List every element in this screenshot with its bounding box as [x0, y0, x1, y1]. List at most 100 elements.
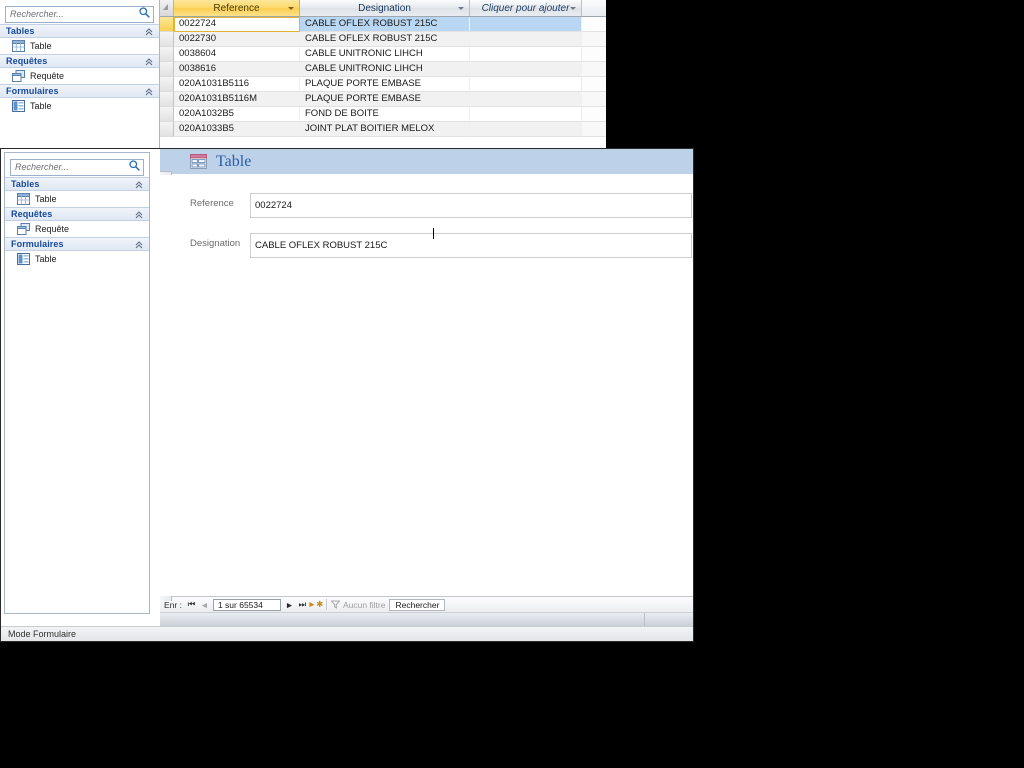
- column-header-reference[interactable]: Reference: [174, 0, 300, 16]
- cell-filler: [582, 17, 606, 32]
- cell-reference[interactable]: 0038616: [174, 62, 300, 77]
- cell-designation[interactable]: CABLE OFLEX ROBUST 215C: [300, 17, 470, 32]
- row-selector[interactable]: [160, 32, 174, 47]
- cell-filler: [582, 77, 606, 92]
- reference-input[interactable]: [250, 193, 692, 218]
- select-all-corner[interactable]: [160, 0, 174, 16]
- query-icon: [17, 223, 30, 235]
- nav-item-form[interactable]: Table: [5, 251, 149, 267]
- table-row[interactable]: 0022724 CABLE OFLEX ROBUST 215C: [160, 17, 606, 32]
- cell-add-field[interactable]: [470, 47, 582, 62]
- record-position-input[interactable]: 1 sur 65534: [212, 598, 281, 611]
- background-search-wrapper: [5, 4, 154, 23]
- cell-reference[interactable]: 0038604: [174, 47, 300, 62]
- cell-designation[interactable]: JOINT PLAT BOITIER MELOX: [300, 122, 470, 137]
- record-search-box[interactable]: Rechercher: [389, 598, 446, 611]
- designation-input[interactable]: [250, 233, 692, 258]
- cell-reference[interactable]: 0022724: [174, 17, 300, 32]
- cell-add-field[interactable]: [470, 62, 582, 77]
- form-view-icon: [190, 154, 207, 169]
- query-icon: [12, 70, 25, 82]
- table-row[interactable]: 020A1033B5 JOINT PLAT BOITIER MELOX: [160, 122, 606, 137]
- form-document-area: Table Reference Designation: [160, 149, 693, 626]
- cell-designation[interactable]: PLAQUE PORTE EMBASE: [300, 92, 470, 107]
- scrollbar-track[interactable]: [645, 613, 693, 626]
- cell-filler: [582, 122, 606, 137]
- chevron-up-double-icon[interactable]: [134, 180, 144, 190]
- background-nav-item-table[interactable]: Table: [0, 38, 159, 54]
- cell-filler: [582, 62, 606, 77]
- cell-reference[interactable]: 020A1031B5116: [174, 77, 300, 92]
- record-navigator[interactable]: Enr : ⏮ ◄ 1 sur 65534 ► ⏭ ►✱ Aucun filtr…: [160, 596, 693, 612]
- cell-designation[interactable]: FOND DE BOITE: [300, 107, 470, 122]
- background-nav-item-form[interactable]: Table: [0, 98, 159, 114]
- group-header-queries[interactable]: Requêtes: [5, 207, 149, 221]
- chevron-up-double-icon[interactable]: [144, 27, 154, 37]
- table-row[interactable]: 0022730 CABLE OFLEX ROBUST 215C: [160, 32, 606, 47]
- row-selector[interactable]: [160, 77, 174, 92]
- datasheet-window[interactable]: Tables Table Requêtes: [0, 0, 606, 152]
- table-row[interactable]: 0038616 CABLE UNITRONIC LIHCH: [160, 62, 606, 77]
- navigation-pane[interactable]: Tables Ta: [4, 152, 150, 614]
- table-row[interactable]: 020A1032B5 FOND DE BOITE: [160, 107, 606, 122]
- nav-next-icon[interactable]: ►: [283, 598, 296, 611]
- cell-add-field[interactable]: [470, 107, 582, 122]
- nav-new-record-icon[interactable]: ►✱: [308, 598, 324, 611]
- cell-add-field[interactable]: [470, 77, 582, 92]
- cell-designation[interactable]: CABLE OFLEX ROBUST 215C: [300, 32, 470, 47]
- background-nav-item-query[interactable]: Requête: [0, 68, 159, 84]
- chevron-down-icon[interactable]: [570, 7, 576, 10]
- filter-status[interactable]: Aucun filtre: [330, 600, 385, 610]
- cell-reference[interactable]: 020A1031B5116M: [174, 92, 300, 107]
- chevron-up-double-icon[interactable]: [134, 240, 144, 250]
- cell-add-field[interactable]: [470, 122, 582, 137]
- nav-prev-icon[interactable]: ◄: [198, 598, 211, 611]
- row-selector[interactable]: [160, 122, 174, 137]
- group-header-tables[interactable]: Tables: [5, 177, 149, 191]
- chevron-down-icon[interactable]: [288, 7, 294, 10]
- cell-add-field[interactable]: [470, 92, 582, 107]
- cell-reference[interactable]: 020A1033B5: [174, 122, 300, 137]
- chevron-up-double-icon[interactable]: [134, 210, 144, 220]
- form-window[interactable]: Tables Ta: [0, 148, 694, 642]
- group-header-forms[interactable]: Formulaires: [5, 237, 149, 251]
- table-icon: [12, 40, 25, 52]
- cell-reference[interactable]: 0022730: [174, 32, 300, 47]
- cell-add-field[interactable]: [470, 32, 582, 47]
- nav-first-icon[interactable]: ⏮: [185, 598, 198, 611]
- column-header-designation[interactable]: Designation: [300, 0, 470, 16]
- nav-item-table[interactable]: Table: [5, 191, 149, 207]
- cell-add-field[interactable]: [470, 17, 582, 32]
- column-header-label: Cliquer pour ajouter: [481, 2, 570, 14]
- nav-item-query[interactable]: Requête: [5, 221, 149, 237]
- background-group-header-forms[interactable]: Formulaires: [0, 84, 159, 98]
- datasheet-grid[interactable]: Reference Designation Cliquer pour ajout…: [160, 0, 606, 152]
- background-search-input[interactable]: [5, 5, 154, 23]
- chevron-up-double-icon[interactable]: [144, 57, 154, 67]
- background-navigation-pane[interactable]: Tables Table Requêtes: [0, 0, 160, 152]
- column-header-add-field[interactable]: Cliquer pour ajouter: [470, 0, 582, 16]
- row-selector[interactable]: [160, 62, 174, 77]
- chevron-up-double-icon[interactable]: [144, 87, 154, 97]
- table-row[interactable]: 020A1031B5116M PLAQUE PORTE EMBASE: [160, 92, 606, 107]
- search-wrapper: [10, 157, 144, 176]
- scrollbar-thumb[interactable]: [160, 613, 645, 626]
- background-group-header-queries[interactable]: Requêtes: [0, 54, 159, 68]
- row-selector[interactable]: [160, 92, 174, 107]
- nav-item-label: Table: [35, 194, 57, 204]
- cell-designation[interactable]: CABLE UNITRONIC LIHCH: [300, 47, 470, 62]
- cell-designation[interactable]: PLAQUE PORTE EMBASE: [300, 77, 470, 92]
- row-selector[interactable]: [160, 107, 174, 122]
- table-row[interactable]: 0038604 CABLE UNITRONIC LIHCH: [160, 47, 606, 62]
- cell-designation[interactable]: CABLE UNITRONIC LIHCH: [300, 62, 470, 77]
- row-selector[interactable]: [160, 47, 174, 62]
- text-caret: [433, 228, 434, 239]
- form-title: Table: [216, 152, 252, 170]
- row-selector[interactable]: [160, 17, 174, 32]
- search-input[interactable]: [10, 158, 144, 176]
- horizontal-scrollbar[interactable]: [160, 612, 693, 626]
- table-row[interactable]: 020A1031B5116 PLAQUE PORTE EMBASE: [160, 77, 606, 92]
- background-group-header-tables[interactable]: Tables: [0, 24, 159, 38]
- chevron-down-icon[interactable]: [458, 7, 464, 10]
- cell-reference[interactable]: 020A1032B5: [174, 107, 300, 122]
